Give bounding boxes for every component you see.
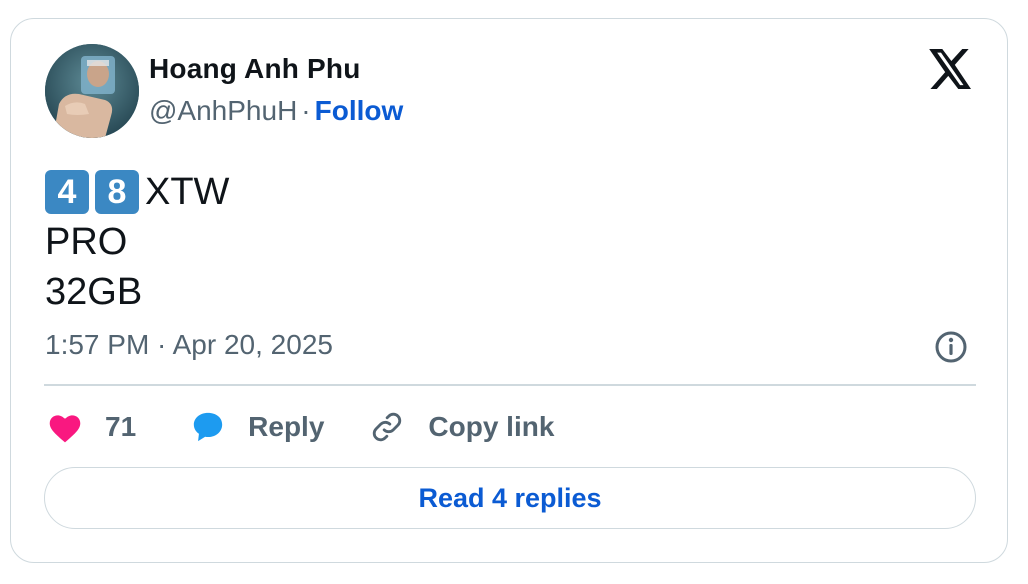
author-handle[interactable]: @AnhPhuH (149, 95, 297, 126)
read-replies-button[interactable]: Read 4 replies (44, 467, 976, 529)
keycap-digit-4-icon: 4 (45, 170, 89, 214)
separator-dot: · (301, 95, 311, 126)
action-bar: 71 Reply Copy link (47, 405, 554, 449)
like-button[interactable]: 71 (47, 411, 136, 443)
like-count: 71 (105, 411, 137, 442)
tweet-line-1: 4 8 XTW (45, 167, 229, 217)
tweet-embed-card: Hoang Anh Phu @AnhPhuH · Follow 4 8 XTW PR… (10, 18, 1008, 563)
tweet-line-1-text: XTW (145, 171, 230, 213)
tweet-line-2: PRO (45, 221, 128, 263)
speech-bubble-icon (193, 412, 223, 442)
author-name[interactable]: Hoang Anh Phu (149, 53, 361, 85)
tweet-text: 4 8 XTW PRO 32GB (45, 167, 229, 317)
tweet-timestamp[interactable]: 1:57 PM · Apr 20, 2025 (45, 329, 333, 361)
info-icon[interactable] (933, 329, 969, 365)
read-replies-label: Read 4 replies (418, 482, 602, 513)
keycap-digit-8-icon: 8 (95, 170, 139, 214)
heart-icon (49, 415, 81, 443)
copy-link-label: Copy link (428, 411, 555, 442)
author-handle-row: @AnhPhuH · Follow (149, 95, 403, 127)
x-logo-icon[interactable] (929, 49, 973, 89)
copy-link-button[interactable]: Copy link (370, 410, 554, 444)
reply-label: Reply (248, 411, 325, 442)
reply-button[interactable]: Reply (190, 410, 324, 444)
avatar-image (45, 44, 139, 138)
divider (44, 384, 976, 386)
link-icon (373, 412, 402, 442)
avatar[interactable] (45, 44, 139, 138)
follow-button[interactable]: Follow (315, 95, 404, 126)
tweet-line-3: 32GB (45, 271, 143, 313)
